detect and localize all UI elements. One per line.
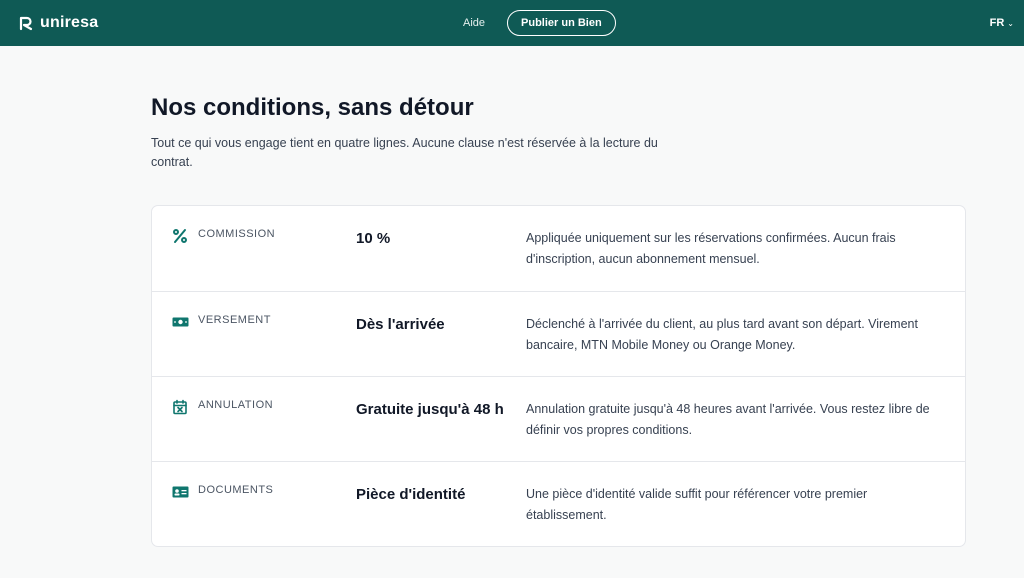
publish-property-button[interactable]: Publier un Bien <box>507 10 616 36</box>
help-link[interactable]: Aide <box>463 17 485 29</box>
id-card-icon <box>172 484 190 502</box>
top-navbar: uniresa Aide Publier un Bien FR ⌄ <box>0 0 1024 46</box>
condition-value: Pièce d'identité <box>356 486 466 503</box>
calendar-x-icon <box>172 399 190 417</box>
language-code: FR <box>989 17 1005 29</box>
conditions-card: COMMISSION 10 % Appliquée uniquement sur… <box>151 205 966 547</box>
brand-name: uniresa <box>40 14 99 31</box>
condition-label: VERSEMENT <box>198 314 271 326</box>
condition-row-documents: DOCUMENTS Pièce d'identité Une pièce d'i… <box>152 461 965 546</box>
condition-label: DOCUMENTS <box>198 484 274 496</box>
condition-row-annulation: ANNULATION Gratuite jusqu'à 48 h Annulat… <box>152 376 965 461</box>
conditions-section: Nos conditions, sans détour Tout ce qui … <box>151 92 966 547</box>
uniresa-logo-icon <box>18 15 34 31</box>
condition-value: Dès l'arrivée <box>356 316 445 333</box>
condition-description: Annulation gratuite jusqu'à 48 heures av… <box>526 402 930 437</box>
condition-value: 10 % <box>356 230 391 247</box>
condition-label: ANNULATION <box>198 399 274 411</box>
language-selector[interactable]: FR ⌄ <box>990 0 1014 46</box>
page-subtitle: Tout ce qui vous engage tient en quatre … <box>151 136 658 169</box>
condition-row-commission: COMMISSION 10 % Appliquée uniquement sur… <box>152 206 965 291</box>
banknote-icon <box>172 314 190 332</box>
condition-label: COMMISSION <box>198 228 276 240</box>
condition-description: Une pièce d'identité valide suffit pour … <box>526 487 868 522</box>
brand-logo[interactable]: uniresa <box>18 14 98 32</box>
condition-description: Déclenché à l'arrivée du client, au plus… <box>526 317 918 352</box>
condition-description: Appliquée uniquement sur les réservation… <box>526 231 896 266</box>
chevron-down-icon: ⌄ <box>1007 18 1014 28</box>
page-title: Nos conditions, sans détour <box>151 94 474 121</box>
header-nav: Aide Publier un Bien <box>463 0 616 46</box>
condition-row-versement: VERSEMENT Dès l'arrivée Déclenché à l'ar… <box>152 291 965 376</box>
percent-icon <box>172 228 190 246</box>
condition-value: Gratuite jusqu'à 48 h <box>356 401 504 418</box>
